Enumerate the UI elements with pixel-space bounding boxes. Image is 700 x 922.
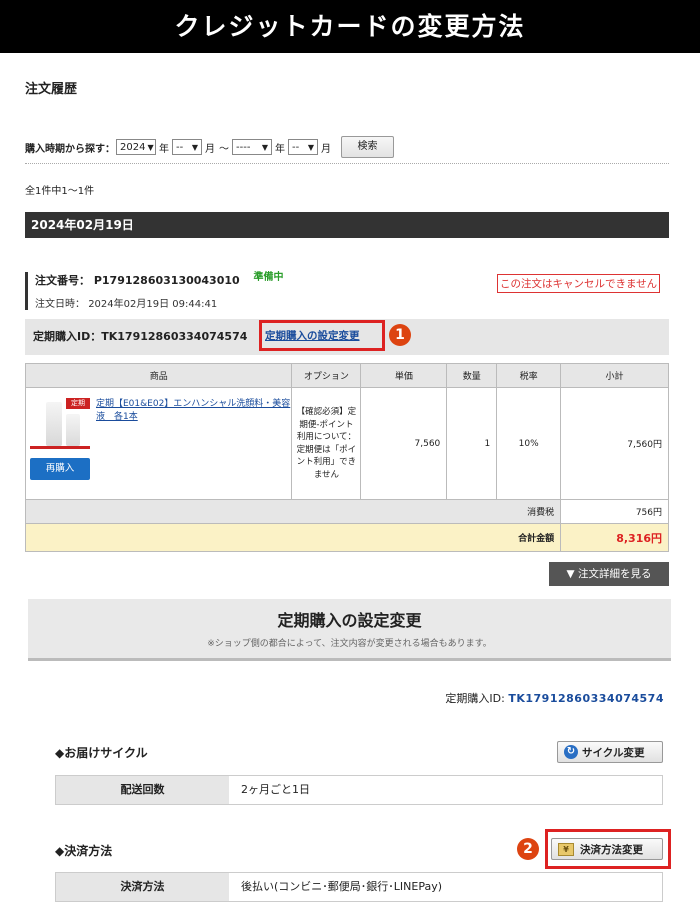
delivery-count-value: 2ヶ月ごと1日: [241, 783, 310, 796]
order-number-label: 注文番号：: [35, 274, 90, 287]
subscription-id-2: 定期購入ID: TK17912860334074574: [445, 692, 664, 705]
payment-method-key: 決済方法: [56, 873, 229, 901]
search-label: 購入時期から探す：: [25, 143, 115, 155]
delivery-cycle-heading: ◆お届けサイクル: [55, 746, 148, 760]
order-number: P179128603130043010: [93, 274, 240, 287]
product-tag: 定期: [66, 398, 90, 409]
order-number-row: 注文番号： P179128603130043010 準備中: [35, 272, 284, 288]
subscription-settings-link[interactable]: 定期購入の設定変更: [265, 328, 360, 343]
cycle-change-button[interactable]: ↻ サイクル変更: [557, 741, 663, 763]
subscription-settings-title: 定期購入の設定変更: [277, 611, 422, 630]
step-badge-2: 2: [517, 838, 539, 860]
credit-card-icon: ¥: [558, 842, 574, 856]
divider: [25, 163, 669, 164]
table-header-row: 商品 オプション 単価 数量 税率 小計: [24, 363, 669, 388]
subscription-settings-note: ※ショップ側の都合によって、注文内容が変更される場合もあります。: [207, 639, 492, 649]
col-header: 税率: [496, 363, 562, 388]
unit-price-cell: 7,560: [360, 387, 448, 500]
quantity-cell: 1: [446, 387, 498, 500]
rebuy-button[interactable]: 再購入: [30, 458, 90, 480]
option-cell: 【確認必須】定期便-ポイント利用について：定期便は「ポイント利用」できません: [291, 387, 362, 500]
range-tilde: ～: [219, 143, 229, 155]
page-banner: クレジットカードの変更方法: [0, 0, 700, 53]
month2-unit: 月: [321, 143, 331, 155]
search-bar: 購入時期から探す： 2024 ▼ 年 -- ▼ 月 ～ ---- ▼ 年 -- ▼ 月 …: [25, 136, 394, 158]
chevron-down-icon: ▼: [191, 142, 198, 152]
month-unit: 月: [205, 143, 215, 155]
payment-change-button[interactable]: ¥ 決済方法変更: [551, 838, 663, 860]
subscription-id: 定期購入ID：TK17912860334074574: [33, 330, 248, 343]
product-image[interactable]: 定期: [30, 398, 90, 449]
order-date: 2024年02月19日 09:44:41: [88, 299, 218, 310]
table-row: 定期 定期【E01&E02】エンハンシャル洗顔料・美容液 各1本 再購入 【確認…: [24, 387, 669, 500]
tax-label: 消費税: [24, 499, 562, 524]
col-header: 単価: [360, 363, 448, 388]
product-name-link[interactable]: 定期【E01&E02】エンハンシャル洗顔料・美容液 各1本: [96, 398, 291, 424]
delivery-count-row: 配送回数 2ヶ月ごと1日: [55, 775, 663, 805]
delivery-count-key: 配送回数: [56, 776, 229, 804]
total-value: 8,316円: [560, 523, 669, 552]
total-label: 合計金額: [24, 523, 562, 552]
year-select[interactable]: 2024 ▼: [116, 139, 156, 155]
col-header: 小計: [560, 363, 669, 388]
order-date-label: 注文日時：: [35, 299, 85, 310]
payment-method-heading: ◆決済方法: [55, 844, 113, 858]
order-date-row: 注文日時： 2024年02月19日 09:44:41: [35, 295, 284, 310]
status-badge: 準備中: [253, 272, 284, 283]
tax-value: 756円: [560, 499, 669, 524]
section-title: 注文履歴: [25, 82, 78, 97]
step-badge-1: 1: [389, 324, 411, 346]
order-date-band: 2024年02月19日: [25, 212, 669, 238]
chevron-down-icon: ▼: [307, 142, 314, 152]
col-header: オプション: [291, 363, 362, 388]
refresh-icon: ↻: [564, 745, 578, 759]
year2-select[interactable]: ---- ▼: [232, 139, 272, 155]
tax-row: 消費税 756円: [24, 499, 669, 524]
result-count: 全1件中1～1件: [25, 186, 95, 197]
tax-rate-cell: 10%: [496, 387, 562, 500]
search-button[interactable]: 検索: [341, 136, 394, 158]
order-detail-button[interactable]: ▼ 注文詳細を見る: [549, 562, 669, 586]
order-items-table: 商品 オプション 単価 数量 税率 小計 定期 定期【E01&E02】エンハンシ…: [24, 363, 669, 552]
payment-method-value: 後払い(コンビニ･郵便局･銀行･LINEPay): [241, 880, 443, 893]
cancel-note: この注文はキャンセルできません: [497, 274, 661, 293]
total-row: 合計金額 8,316円: [24, 523, 669, 552]
chevron-down-icon: ▼: [261, 142, 268, 152]
order-info: 注文番号： P179128603130043010 準備中 注文日時： 2024…: [25, 272, 284, 310]
year-unit: 年: [159, 143, 169, 155]
chevron-down-icon: ▼: [147, 142, 154, 152]
month2-select[interactable]: -- ▼: [288, 139, 318, 155]
col-header: 数量: [446, 363, 498, 388]
product-cell: 定期 定期【E01&E02】エンハンシャル洗顔料・美容液 各1本 再購入: [24, 387, 293, 500]
month-select[interactable]: -- ▼: [172, 139, 202, 155]
payment-method-row: 決済方法 後払い(コンビニ･郵便局･銀行･LINEPay): [55, 872, 663, 902]
subscription-settings-header: 定期購入の設定変更 ※ショップ側の都合によって、注文内容が変更される場合もありま…: [28, 599, 671, 661]
year2-unit: 年: [275, 143, 285, 155]
col-header: 商品: [24, 363, 293, 388]
subtotal-cell: 7,560円: [560, 387, 669, 500]
